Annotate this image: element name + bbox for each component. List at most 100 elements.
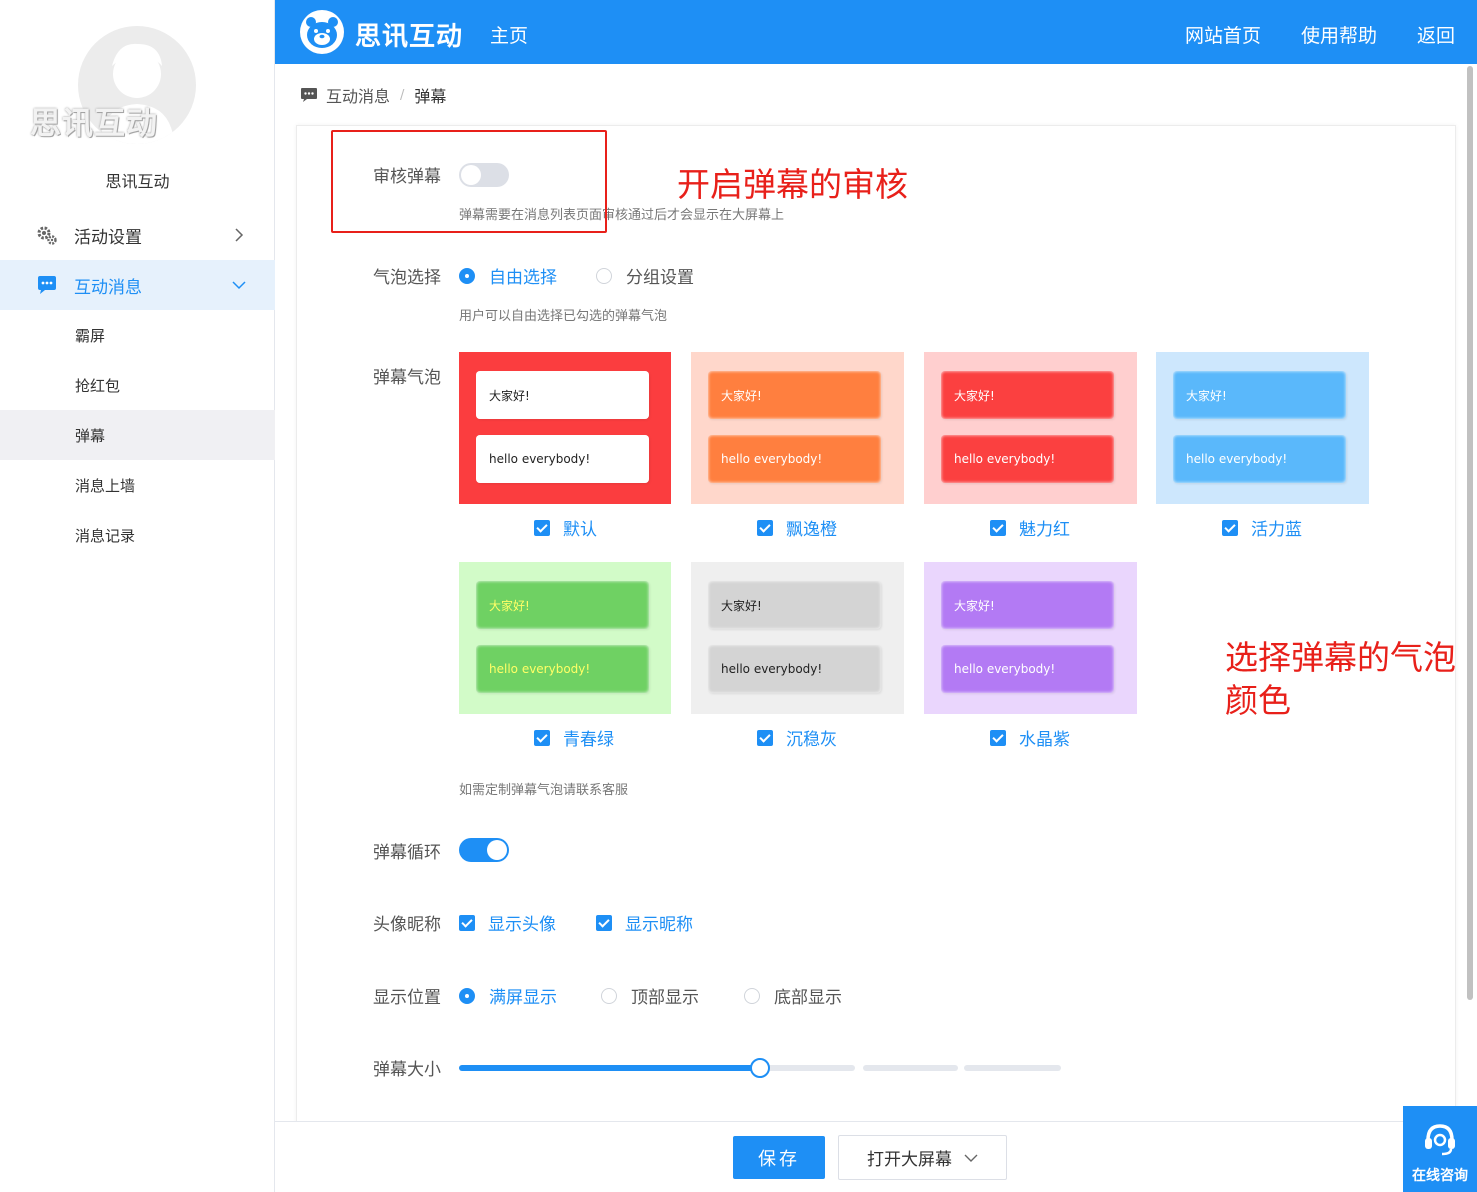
bubble-sample-english: hello everybody! xyxy=(708,645,881,693)
checkbox-label: 魅力红 xyxy=(1019,520,1070,540)
sidebar-subitem-danmaku[interactable]: 弹幕 xyxy=(0,410,275,460)
bubble-sample-english: hello everybody! xyxy=(1173,435,1346,483)
radio-group-setting[interactable]: 分组设置 xyxy=(596,263,694,288)
radio-label: 底部显示 xyxy=(774,988,842,1008)
show-nickname-checkbox[interactable]: 显示昵称 xyxy=(596,910,693,935)
save-button[interactable]: 保存 xyxy=(733,1136,825,1179)
bear-logo-icon[interactable] xyxy=(299,9,345,55)
vertical-scrollbar[interactable] xyxy=(1467,66,1473,1000)
slider-track-segment[interactable] xyxy=(964,1065,1061,1071)
radio-top[interactable]: 顶部显示 xyxy=(601,983,699,1008)
bubble-sample-greeting: 大家好! xyxy=(708,371,881,419)
checkbox-label: 青春绿 xyxy=(563,730,614,750)
bubble-style-card[interactable]: 大家好! hello everybody! xyxy=(691,562,904,714)
checkbox-label: 活力蓝 xyxy=(1251,520,1302,540)
bubbles-label: 弹幕气泡 xyxy=(373,368,441,388)
checkbox-label: 显示昵称 xyxy=(625,915,693,935)
bubble-sample-english: hello everybody! xyxy=(708,435,881,483)
bubble-sample-greeting: 大家好! xyxy=(941,371,1114,419)
bubble-sample-greeting: 大家好! xyxy=(476,371,649,419)
bubble-sample-english: hello everybody! xyxy=(941,645,1114,693)
avatar-nick-label: 头像昵称 xyxy=(373,915,441,935)
sidebar-item-activity-settings[interactable]: 活动设置 xyxy=(0,210,275,260)
bubble-sample-greeting: 大家好! xyxy=(941,581,1114,629)
online-consult-button[interactable]: 在线咨询 xyxy=(1403,1106,1477,1192)
website-home-link[interactable]: 网站首页 xyxy=(1185,21,1261,48)
bubble-sample-greeting: 大家好! xyxy=(476,581,649,629)
radio-dot xyxy=(459,267,475,284)
sidebar-subitem-message-log[interactable]: 消息记录 xyxy=(0,510,275,560)
bubble-style-checkbox[interactable]: 青春绿 xyxy=(534,725,614,750)
bubble-style-checkbox[interactable]: 活力蓝 xyxy=(1222,515,1302,540)
brand-name[interactable]: 思讯互动 xyxy=(355,16,463,53)
consult-label: 在线咨询 xyxy=(1412,1168,1468,1184)
show-avatar-checkbox[interactable]: 显示头像 xyxy=(459,910,556,935)
bubble-style-checkbox[interactable]: 沉稳灰 xyxy=(757,725,837,750)
slider-fill xyxy=(459,1065,759,1071)
annotation-bubble-line2: 颜色 xyxy=(1225,681,1291,720)
radio-dot xyxy=(601,987,617,1004)
chevron-right-icon xyxy=(235,228,244,242)
sidebar-subitem-red-packet[interactable]: 抢红包 xyxy=(0,360,275,410)
radio-free-select[interactable]: 自由选择 xyxy=(459,263,557,288)
chat-bubble-icon xyxy=(301,88,317,102)
checkbox-label: 默认 xyxy=(563,520,597,540)
org-name: 思讯互动 xyxy=(105,172,170,191)
chevron-down-icon xyxy=(964,1154,978,1162)
radio-label: 顶部显示 xyxy=(631,988,699,1008)
chevron-down-icon xyxy=(232,281,246,290)
avatar-watermark: 思讯互动 xyxy=(30,106,158,142)
loop-label: 弹幕循环 xyxy=(373,843,441,863)
radio-bottom[interactable]: 底部显示 xyxy=(744,983,842,1008)
radio-dot xyxy=(596,267,612,284)
breadcrumb-parent[interactable]: 互动消息 xyxy=(326,83,390,107)
bubble-style-checkbox[interactable]: 飘逸橙 xyxy=(757,515,837,540)
bubble-style-card[interactable]: 大家好! hello everybody! xyxy=(691,352,904,504)
bubbles-hint: 如需定制弹幕气泡请联系客服 xyxy=(459,783,629,798)
bubble-style-card[interactable]: 大家好! hello everybody! xyxy=(1156,352,1369,504)
bubble-style-card[interactable]: 大家好! hello everybody! xyxy=(924,562,1137,714)
loop-toggle[interactable] xyxy=(459,838,509,862)
top-right-links: 网站首页 使用帮助 返回 xyxy=(1185,21,1455,48)
bubble-style-checkbox[interactable]: 默认 xyxy=(534,515,597,540)
checkbox-box xyxy=(596,914,612,931)
checkbox-box xyxy=(757,519,773,536)
help-link[interactable]: 使用帮助 xyxy=(1301,21,1377,48)
checkbox-box xyxy=(534,729,550,746)
checkbox-box xyxy=(990,519,1006,536)
checkbox-label: 显示头像 xyxy=(488,915,556,935)
open-big-screen-button[interactable]: 打开大屏幕 xyxy=(838,1135,1007,1180)
sidebar-subitem-bapin[interactable]: 霸屏 xyxy=(0,310,275,360)
sidebar: 思讯互动 思讯互动 活动设置 互动消息 霸屏 抢红包 弹幕 消息上墙 消息记录 xyxy=(0,0,275,1192)
toggle-knob xyxy=(487,840,507,860)
slider-track-segment[interactable] xyxy=(863,1065,958,1071)
checkbox-box xyxy=(534,519,550,536)
bubble-style-checkbox[interactable]: 魅力红 xyxy=(990,515,1070,540)
size-slider-thumb[interactable] xyxy=(750,1058,770,1078)
bubble-sample-greeting: 大家好! xyxy=(708,581,881,629)
sidebar-subitem-message-wall[interactable]: 消息上墙 xyxy=(0,460,275,510)
gears-icon xyxy=(36,224,58,246)
bubble-style-card[interactable]: 大家好! hello everybody! xyxy=(924,352,1137,504)
headset-icon xyxy=(1425,1124,1455,1156)
checkbox-label: 沉稳灰 xyxy=(786,730,837,750)
bubble-style-checkbox[interactable]: 水晶紫 xyxy=(990,725,1070,750)
bubble-style-card[interactable]: 大家好! hello everybody! xyxy=(459,352,671,504)
sidebar-item-label: 互动消息 xyxy=(74,277,142,298)
size-label: 弹幕大小 xyxy=(373,1060,441,1080)
back-link[interactable]: 返回 xyxy=(1417,21,1455,48)
radio-fullscreen[interactable]: 满屏显示 xyxy=(459,983,557,1008)
radio-label: 满屏显示 xyxy=(489,988,557,1008)
chat-bubble-icon xyxy=(36,274,58,296)
bubble-style-card[interactable]: 大家好! hello everybody! xyxy=(459,562,671,714)
checkbox-box xyxy=(757,729,773,746)
breadcrumb: 互动消息 / 弹幕 xyxy=(300,83,446,107)
nav-home-link[interactable]: 主页 xyxy=(490,21,528,48)
annotation-review: 开启弹幕的审核 xyxy=(677,165,908,204)
sidebar-item-interactive-messages[interactable]: 互动消息 xyxy=(0,260,275,310)
annotation-box xyxy=(331,130,607,233)
checkbox-label: 飘逸橙 xyxy=(786,520,837,540)
breadcrumb-current: 弹幕 xyxy=(414,87,447,106)
bubble-sample-english: hello everybody! xyxy=(476,645,649,693)
open-big-screen-label: 打开大屏幕 xyxy=(867,1150,952,1170)
